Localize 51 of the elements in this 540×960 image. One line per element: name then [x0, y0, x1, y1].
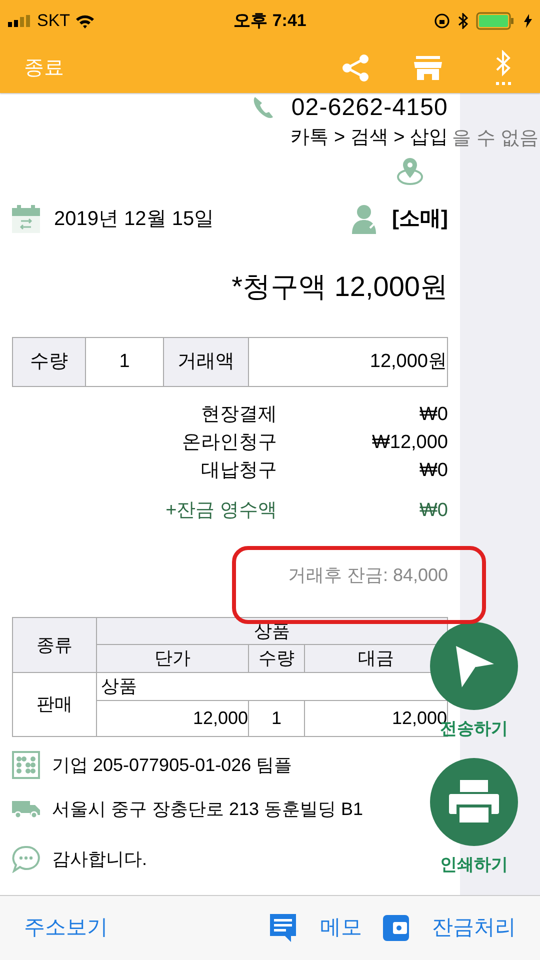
payment-value: ₩12,000	[370, 431, 448, 455]
table-header-cell: 수량	[249, 645, 305, 673]
phone-number: 02-6262-4150	[291, 93, 448, 123]
view-address-button[interactable]: 주소보기	[24, 912, 108, 944]
chat-bubble-icon	[12, 845, 40, 873]
bluetooth-icon	[458, 13, 468, 29]
calendar-icon	[12, 205, 40, 233]
table-header-cell: 거래액	[164, 337, 249, 387]
table-header-cell: 종류	[12, 617, 97, 673]
message-icon	[268, 913, 298, 943]
message-text: 감사합니다.	[52, 848, 148, 870]
total-amount: *청구액 12,000원	[232, 270, 448, 304]
table-cell: 12,000	[97, 701, 249, 737]
payment-label: 현장결제	[200, 403, 277, 427]
payment-label: 온라인청구	[181, 431, 277, 455]
charging-icon	[524, 14, 532, 28]
bluetooth-icon[interactable]	[494, 50, 512, 86]
share-icon[interactable]	[342, 54, 370, 82]
balance-button[interactable]: 잔금처리	[432, 912, 516, 944]
payment-value: ₩0	[418, 498, 448, 522]
wallet-icon	[382, 914, 410, 942]
table-cell: 12,000원	[249, 337, 448, 387]
payment-value: ₩0	[418, 459, 448, 483]
payment-label: 대납청구	[200, 459, 277, 483]
table-cell: 1	[249, 701, 305, 737]
table-header-cell: 상품	[97, 617, 448, 645]
breadcrumb-text: 카톡 > 검색 > 삽입	[290, 126, 448, 150]
table-header-cell: 단가	[97, 645, 249, 673]
bank-account-text: 기업 205-077905-01-026 팀플	[52, 754, 292, 776]
balance-received-link[interactable]: +잔금 영수액	[12, 496, 277, 525]
notice-text: 을 수 없음	[452, 127, 539, 151]
rotation-lock-icon	[434, 13, 450, 29]
clock-time: 오후 7:41	[232, 10, 308, 32]
battery-icon	[476, 12, 516, 30]
memo-button[interactable]: 메모	[320, 912, 362, 944]
carrier-name: SKT	[37, 10, 70, 32]
payment-value: ₩0	[418, 403, 448, 427]
customer-type: [소매]	[392, 206, 448, 232]
table-header-cell: 수량	[12, 337, 86, 387]
printer-icon	[449, 780, 499, 824]
signal-icon	[8, 15, 32, 27]
action-label: 인쇄하기	[440, 854, 508, 876]
balance-after-text: 거래후 잔금: 84,000	[288, 564, 448, 586]
date-text: 2019년 12월 15일	[54, 207, 214, 232]
location-pin-icon[interactable]	[396, 156, 424, 186]
abacus-icon	[12, 751, 40, 779]
truck-icon	[12, 799, 40, 819]
address-text: 서울시 중구 장충단로 213 동훈빌딩 B1	[52, 798, 364, 820]
store-icon[interactable]	[414, 56, 442, 80]
table-cell: 판매	[12, 673, 97, 737]
wifi-icon	[75, 14, 96, 28]
